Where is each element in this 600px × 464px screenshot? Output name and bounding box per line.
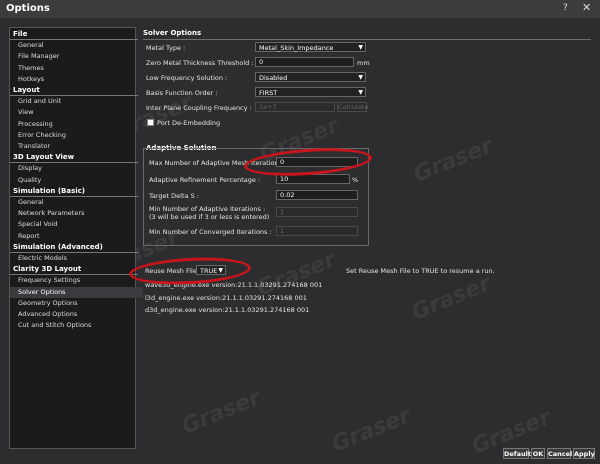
chevron-down-icon: ▼ (358, 74, 363, 81)
basis-order-label: Basis Function Order : (146, 89, 218, 97)
max-iterations-label: Max Number of Adaptive Mesh Iterations : (149, 159, 287, 167)
sidebar-item-themes[interactable]: Themes (10, 63, 143, 74)
target-delta-input[interactable]: 0.02 (276, 190, 358, 200)
solver-options-title: Solver Options (143, 29, 202, 37)
close-icon[interactable]: ✕ (582, 1, 591, 14)
title-bar: Options ? ✕ (0, 0, 600, 18)
watermark: Graser (178, 385, 265, 440)
min-converged-iterations-input[interactable]: 1 (276, 226, 358, 236)
coupling-frequency-label: Inter Plane Coupling Frequency : (146, 104, 252, 112)
calculate-button[interactable]: Calculate (337, 102, 368, 112)
basis-order-dropdown[interactable]: FIRST ▼ (255, 87, 366, 97)
min-adaptive-iterations-note: (3 will be used if 3 or less is entered) (149, 213, 270, 221)
basis-order-value: FIRST (259, 89, 278, 97)
sidebar-item-geometry-options[interactable]: Geometry Options (10, 298, 143, 309)
sidebar-item-processing[interactable]: Processing (10, 119, 143, 130)
sidebar-item-quality[interactable]: Quality (10, 175, 143, 186)
sidebar-item-error-checking[interactable]: Error Checking (10, 130, 143, 141)
refinement-percentage-input[interactable]: 10 (276, 174, 350, 184)
chevron-down-icon: ▼ (218, 267, 223, 274)
sidebar-item-cut-and-stitch-options[interactable]: Cut and Stitch Options (10, 320, 143, 331)
sidebar-header-simulation-basic: Simulation (Basic) (10, 186, 138, 197)
metal-type-label: Metal Type : (146, 44, 186, 52)
sidebar-item-hotkeys[interactable]: Hotkeys (10, 74, 143, 85)
target-delta-label: Target Delta S : (149, 192, 199, 200)
watermark: Graser (410, 133, 497, 188)
sidebar-item-special-void[interactable]: Special Void (10, 219, 143, 230)
reuse-mesh-hint: Set Reuse Mesh File to TRUE to resume a … (346, 267, 495, 275)
sidebar-header-simulation-advanced: Simulation (Advanced) (10, 242, 138, 253)
sidebar-header-file: File (10, 29, 138, 40)
watermark: Graser (328, 403, 415, 458)
sidebar-header-3d-layout-view: 3D Layout View (10, 152, 138, 164)
port-deembedding-checkbox[interactable] (147, 119, 154, 126)
sidebar-item-general[interactable]: General (10, 40, 143, 51)
low-frequency-value: Disabled (259, 74, 288, 82)
sidebar-item-translator[interactable]: Translator (10, 141, 143, 152)
ok-button[interactable]: OK (531, 448, 545, 459)
low-frequency-dropdown[interactable]: Disabled ▼ (255, 72, 366, 82)
sidebar-item-report[interactable]: Report (10, 231, 143, 242)
version-line: l3d_engine.exe version:21.1.1.03291.2741… (145, 294, 307, 302)
sidebar-item-view[interactable]: View (10, 107, 143, 118)
sidebar-item-file-manager[interactable]: File Manager (10, 51, 143, 62)
max-iterations-input[interactable]: 0 (276, 157, 358, 167)
chevron-down-icon: ▼ (358, 44, 363, 51)
cancel-button[interactable]: Cancel (547, 448, 572, 459)
low-frequency-label: Low Frequency Solution : (146, 74, 228, 82)
sidebar-item-network-parameters[interactable]: Network Parameters (10, 208, 143, 219)
min-adaptive-iterations-input[interactable]: 1 (276, 207, 358, 217)
port-deembedding-label: Port De-Embedding (157, 119, 221, 127)
metal-type-dropdown[interactable]: Metal_Skin_Impedance ▼ (255, 42, 366, 52)
sidebar-item-solver-options[interactable]: Solver Options (10, 286, 143, 298)
reuse-mesh-label: Reuse Mesh File : (145, 267, 202, 275)
options-category-tree[interactable]: File General File Manager Themes Hotkeys Layo… (9, 27, 143, 449)
sidebar-item-grid-and-unit[interactable]: Grid and Unit (10, 96, 143, 107)
min-adaptive-iterations-label: Min Number of Adaptive Iterations : (149, 205, 266, 213)
zero-thickness-label: Zero Metal Thickness Threshold : (146, 59, 254, 67)
coupling-frequency-input[interactable]: 1e+7 (255, 102, 335, 112)
section-divider (143, 39, 591, 40)
reuse-mesh-dropdown[interactable]: TRUE ▼ (196, 265, 226, 275)
sidebar-item-electric-models[interactable]: Electric Models (10, 253, 143, 264)
metal-type-value: Metal_Skin_Impedance (259, 44, 334, 52)
sidebar-item-advanced-options[interactable]: Advanced Options (10, 309, 143, 320)
version-line: wave3d_engine.exe version:21.1.1.03291.2… (145, 281, 323, 289)
reuse-mesh-value: TRUE (200, 267, 218, 275)
sidebar-header-layout: Layout (10, 85, 138, 96)
apply-button[interactable]: Apply (573, 448, 595, 459)
zero-thickness-unit: mm (357, 59, 370, 67)
sidebar-item-display[interactable]: Display (10, 163, 143, 174)
help-icon[interactable]: ? (563, 3, 568, 13)
default-button[interactable]: Default (503, 448, 531, 459)
version-line: d3d_engine.exe version:21.1.1.03291.2741… (145, 306, 310, 314)
sidebar-header-clarity-3d-layout: Clarity 3D Layout (10, 264, 138, 276)
refinement-percentage-unit: % (352, 176, 359, 184)
chevron-down-icon: ▼ (358, 89, 363, 96)
refinement-percentage-label: Adaptive Refinement Percentage : (149, 176, 261, 184)
zero-thickness-input[interactable]: 0 (255, 57, 354, 67)
watermark: Graser (408, 271, 495, 326)
sidebar-item-frequency-settings[interactable]: Frequency Settings (10, 275, 143, 286)
min-converged-iterations-label: Min Number of Converged Iterations : (149, 228, 272, 236)
window-title: Options (6, 3, 50, 14)
sidebar-item-general[interactable]: General (10, 197, 143, 208)
